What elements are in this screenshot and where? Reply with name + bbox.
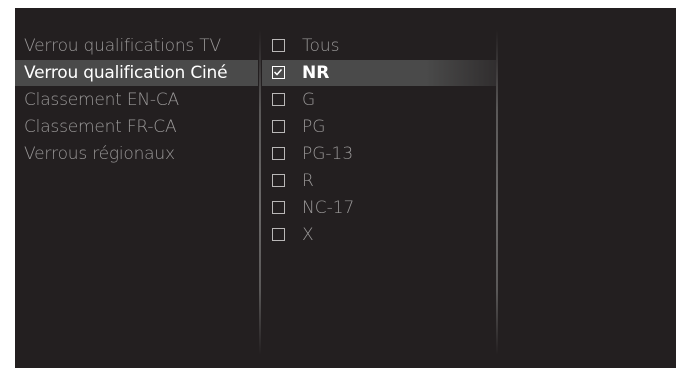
rating-option-label: NR bbox=[302, 63, 330, 83]
rating-option-x[interactable]: X bbox=[262, 222, 496, 248]
rating-option-nr[interactable]: NR bbox=[262, 60, 496, 86]
rating-option-r[interactable]: R bbox=[262, 168, 496, 194]
rating-option-pg-13[interactable]: PG-13 bbox=[262, 141, 496, 167]
parental-lock-menu: Verrou qualifications TV Verrou qualific… bbox=[15, 8, 258, 368]
column-divider bbox=[496, 30, 498, 355]
rating-option-label: PG-13 bbox=[302, 144, 354, 164]
movie-rating-options: Tous NR G PG PG-13 R NC-17 X bbox=[262, 8, 496, 368]
checkbox-unchecked-icon[interactable] bbox=[272, 174, 285, 187]
menu-item-regional-locks[interactable]: Verrous régionaux bbox=[15, 141, 258, 167]
rating-option-label: Tous bbox=[302, 36, 340, 56]
rating-option-all[interactable]: Tous bbox=[262, 33, 496, 59]
checkbox-unchecked-icon[interactable] bbox=[272, 147, 285, 160]
checkbox-unchecked-icon[interactable] bbox=[272, 39, 285, 52]
menu-item-fr-ca-rating[interactable]: Classement FR-CA bbox=[15, 114, 258, 140]
menu-item-label: Classement EN-CA bbox=[24, 90, 179, 110]
rating-option-label: G bbox=[302, 90, 316, 110]
checkbox-unchecked-icon[interactable] bbox=[272, 201, 285, 214]
checkmark-icon bbox=[273, 68, 283, 76]
checkbox-checked-icon[interactable] bbox=[272, 66, 285, 79]
menu-item-tv-ratings-lock[interactable]: Verrou qualifications TV bbox=[15, 33, 258, 59]
rating-option-label: NC-17 bbox=[302, 198, 355, 218]
rating-option-label: X bbox=[302, 225, 314, 245]
rating-option-label: PG bbox=[302, 117, 326, 137]
rating-option-nc-17[interactable]: NC-17 bbox=[262, 195, 496, 221]
rating-option-label: R bbox=[302, 171, 314, 191]
checkbox-unchecked-icon[interactable] bbox=[272, 228, 285, 241]
menu-item-label: Verrous régionaux bbox=[24, 144, 175, 164]
checkbox-unchecked-icon[interactable] bbox=[272, 93, 285, 106]
checkbox-unchecked-icon[interactable] bbox=[272, 120, 285, 133]
tv-menu-screen: Verrou qualifications TV Verrou qualific… bbox=[15, 8, 676, 368]
rating-option-pg[interactable]: PG bbox=[262, 114, 496, 140]
menu-item-en-ca-rating[interactable]: Classement EN-CA bbox=[15, 87, 258, 113]
menu-item-label: Verrou qualifications TV bbox=[24, 36, 221, 56]
rating-option-g[interactable]: G bbox=[262, 87, 496, 113]
column-divider bbox=[259, 30, 261, 355]
menu-item-label: Verrou qualification Ciné bbox=[24, 63, 228, 83]
menu-item-movie-ratings-lock[interactable]: Verrou qualification Ciné bbox=[15, 60, 258, 86]
menu-item-label: Classement FR-CA bbox=[24, 117, 177, 137]
